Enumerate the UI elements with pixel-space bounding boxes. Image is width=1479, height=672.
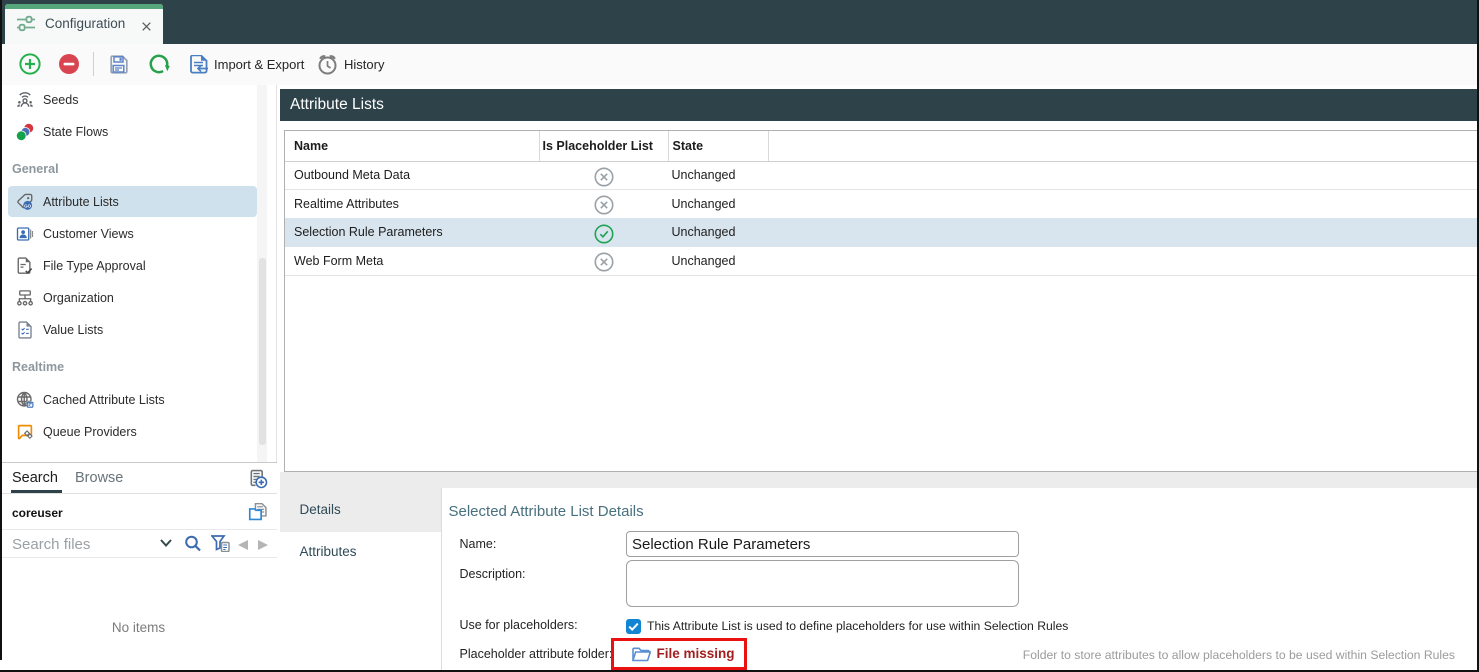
svg-text:GO: GO bbox=[24, 203, 32, 208]
